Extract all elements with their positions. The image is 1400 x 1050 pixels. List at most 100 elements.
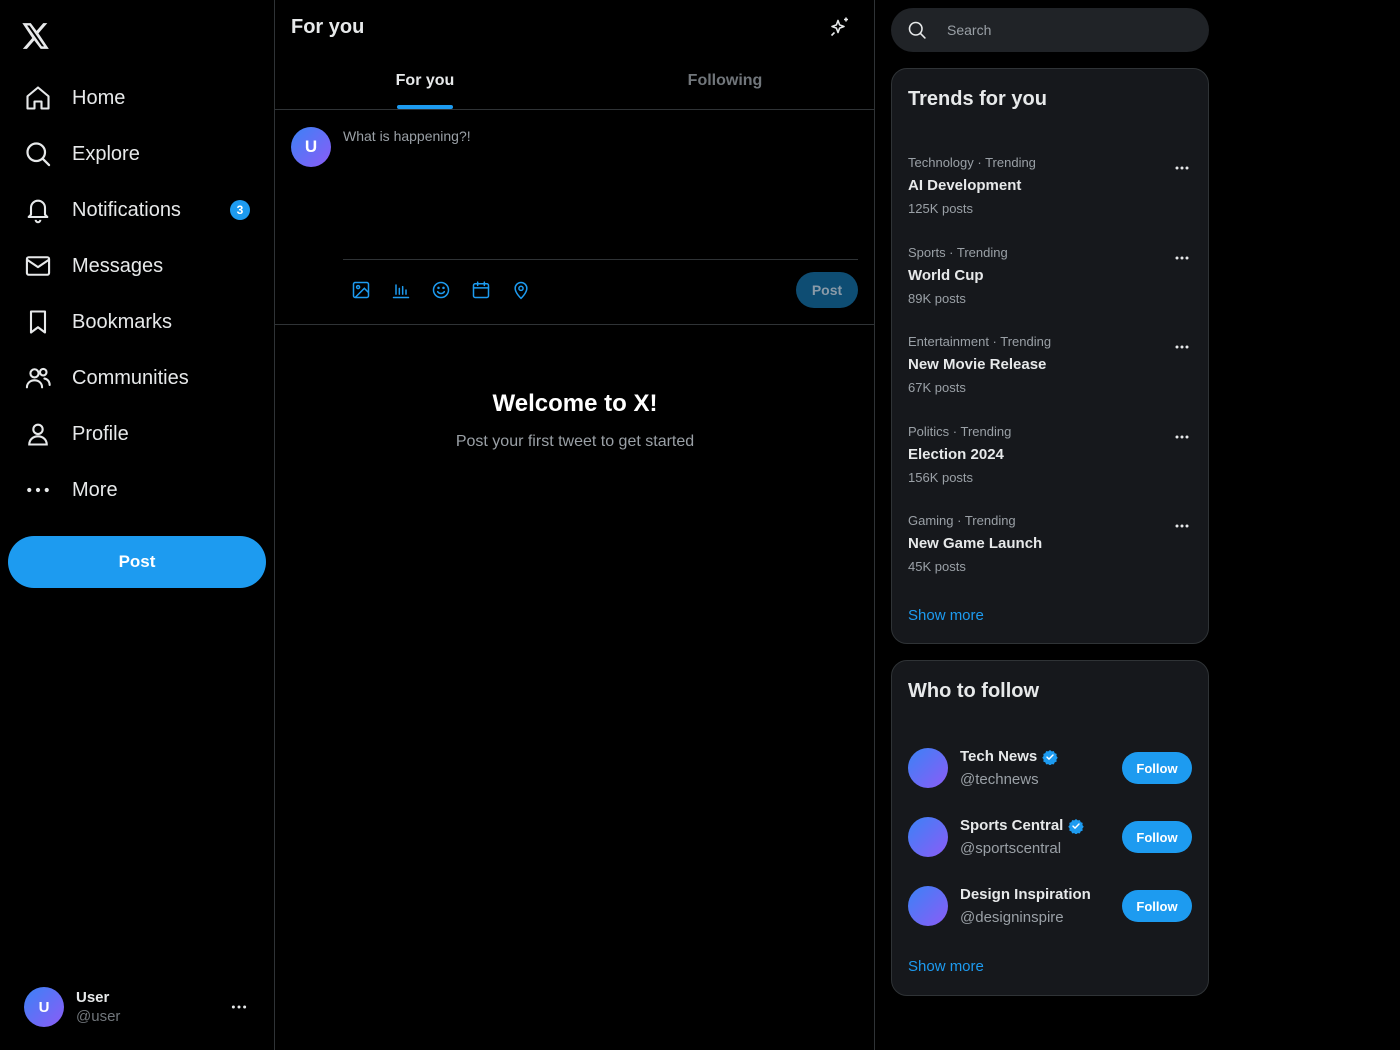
schedule-icon[interactable] <box>469 278 509 302</box>
suggestion-name-text: Sports Central <box>960 817 1064 834</box>
x-logo-icon[interactable] <box>22 23 50 49</box>
account-names: User @user <box>76 989 120 1025</box>
trend-name: AI Development <box>908 177 1022 194</box>
composer-toolbar <box>349 278 549 302</box>
nav-item-more[interactable]: More <box>8 462 266 518</box>
nav-label-profile: Profile <box>72 422 129 445</box>
poll-icon[interactable] <box>389 278 429 302</box>
trend-post-count: 156K posts <box>908 470 974 485</box>
trend-post-count: 89K posts <box>908 291 966 306</box>
suggestion-handle: @designinspire <box>960 909 1064 926</box>
sparkle-icon[interactable] <box>828 15 852 39</box>
more-dots-icon[interactable] <box>1172 519 1192 531</box>
follow-button[interactable]: Follow <box>1122 890 1192 922</box>
account-handle: @user <box>76 1008 121 1025</box>
follow-show-more-link[interactable]: Show more <box>908 958 984 975</box>
nav-item-home[interactable]: Home <box>8 70 266 126</box>
suggestion-name: Sports Central <box>960 817 1085 834</box>
people-icon <box>24 364 52 392</box>
more-dots-icon[interactable] <box>1172 161 1192 173</box>
avatar <box>908 748 948 788</box>
tab-label: Following <box>687 72 763 89</box>
emoji-icon[interactable] <box>429 278 469 302</box>
empty-state: Welcome to X! Post your first tweet to g… <box>275 390 875 451</box>
search-icon <box>24 140 52 168</box>
verified-badge-icon <box>1068 818 1085 834</box>
tab-label: For you <box>395 72 455 89</box>
search-bar <box>891 8 1209 52</box>
avatar <box>908 886 948 926</box>
location-icon[interactable] <box>509 278 549 302</box>
trend-category: Gaming · Trending <box>908 513 1016 528</box>
suggestion-name-text: Tech News <box>960 748 1038 765</box>
trend-name: New Game Launch <box>908 535 1043 552</box>
compose-input[interactable] <box>343 128 858 248</box>
nav-item-bookmarks[interactable]: Bookmarks <box>8 294 266 350</box>
nav-item-messages[interactable]: Messages <box>8 238 266 294</box>
more-dots-icon[interactable] <box>1172 340 1192 352</box>
nav-item-notifications[interactable]: Notifications 3 <box>8 182 266 238</box>
tab-for-you[interactable]: For you <box>275 53 575 109</box>
account-switcher[interactable]: U User @user <box>24 986 258 1028</box>
who-to-follow-title: Who to follow <box>908 680 1040 702</box>
more-dots-icon[interactable] <box>1172 430 1192 442</box>
welcome-title: Welcome to X! <box>492 390 658 417</box>
envelope-icon <box>24 252 52 280</box>
suggestion-name-text: Design Inspiration <box>960 886 1091 903</box>
trend-category: Sports · Trending <box>908 245 1008 260</box>
more-dots-icon[interactable] <box>1172 251 1192 263</box>
trend-item[interactable]: Sports · Trending World Cup 89K posts <box>892 245 1208 325</box>
nav-label-communities: Communities <box>72 366 189 389</box>
trends-show-more-link[interactable]: Show more <box>908 607 984 624</box>
avatar <box>908 817 948 857</box>
compose-post-button[interactable]: Post <box>796 272 858 308</box>
timeline-tabs: For you Following <box>275 53 875 110</box>
main-nav: Home Explore Notifications 3 Messages Bo… <box>8 70 266 518</box>
search-icon <box>907 20 927 40</box>
left-sidebar: Home Explore Notifications 3 Messages Bo… <box>0 0 275 1050</box>
page-title: For you <box>291 16 365 38</box>
search-input[interactable] <box>947 22 1187 38</box>
follow-suggestion[interactable]: Sports Central @sportscentral Follow <box>892 812 1208 862</box>
nav-item-profile[interactable]: Profile <box>8 406 266 462</box>
nav-label-home: Home <box>72 86 126 109</box>
welcome-subtitle: Post your first tweet to get started <box>455 433 695 450</box>
more-dots-icon[interactable] <box>230 998 248 1021</box>
active-tab-indicator <box>397 105 453 109</box>
trend-category: Entertainment · Trending <box>908 334 1052 349</box>
nav-label-more: More <box>72 478 118 501</box>
suggestion-name: Design Inspiration <box>960 886 1091 903</box>
avatar: U <box>24 987 64 1027</box>
who-to-follow-panel: Who to follow Tech News @technews Follow… <box>891 660 1209 996</box>
trend-name: New Movie Release <box>908 356 1047 373</box>
trend-category: Technology · Trending <box>908 155 1036 170</box>
nav-label-bookmarks: Bookmarks <box>72 310 173 333</box>
trend-category: Politics · Trending <box>908 424 1012 439</box>
image-icon[interactable] <box>349 278 389 302</box>
follow-suggestion[interactable]: Design Inspiration @designinspire Follow <box>892 881 1208 931</box>
account-name: User <box>76 989 110 1006</box>
follow-button[interactable]: Follow <box>1122 752 1192 784</box>
follow-button[interactable]: Follow <box>1122 821 1192 853</box>
trend-post-count: 67K posts <box>908 380 966 395</box>
person-icon <box>24 420 52 448</box>
tab-following[interactable]: Following <box>575 53 875 109</box>
suggestion-handle: @technews <box>960 771 1039 788</box>
trend-item[interactable]: Technology · Trending AI Development 125… <box>892 155 1208 235</box>
nav-item-communities[interactable]: Communities <box>8 350 266 406</box>
suggestion-handle: @sportscentral <box>960 840 1062 857</box>
trend-item[interactable]: Politics · Trending Election 2024 156K p… <box>892 424 1208 504</box>
trends-panel: Trends for you Technology · Trending AI … <box>891 68 1209 644</box>
follow-suggestion[interactable]: Tech News @technews Follow <box>892 743 1208 793</box>
suggestion-name: Tech News <box>960 748 1058 765</box>
trend-item[interactable]: Entertainment · Trending New Movie Relea… <box>892 334 1208 414</box>
post-button[interactable]: Post <box>8 536 266 588</box>
avatar: U <box>291 127 331 167</box>
verified-badge-icon <box>1042 749 1058 765</box>
trend-item[interactable]: Gaming · Trending New Game Launch 45K po… <box>892 513 1208 593</box>
bell-icon <box>24 196 52 224</box>
nav-label-explore: Explore <box>72 142 140 165</box>
more-dots-icon <box>24 476 52 504</box>
nav-item-explore[interactable]: Explore <box>8 126 266 182</box>
notification-count-badge: 3 <box>230 200 250 220</box>
